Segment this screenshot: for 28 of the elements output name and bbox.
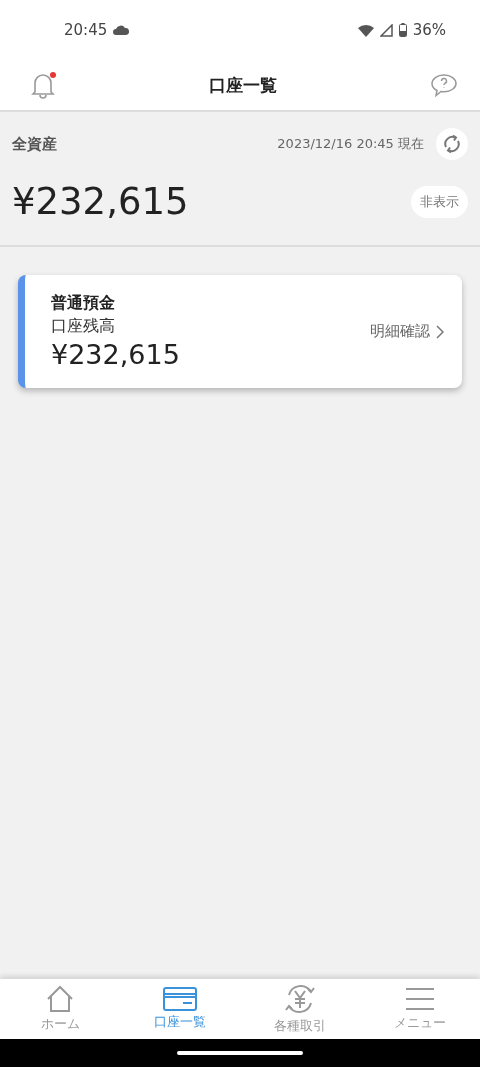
refresh-icon	[442, 134, 462, 154]
chevron-right-icon	[436, 324, 444, 339]
cloud-icon	[113, 25, 130, 35]
card-icon	[163, 987, 197, 1011]
nav-tab[interactable]: ホーム	[0, 979, 120, 1039]
home-icon	[45, 985, 75, 1013]
as-of-timestamp: 2023/12/16 20:45 現在	[277, 135, 424, 153]
hide-button[interactable]: 非表示	[411, 185, 468, 218]
yen-exchange-icon	[283, 983, 317, 1015]
total-assets-label: 全資産	[12, 134, 57, 154]
battery-icon	[398, 23, 407, 37]
balance-label: 口座残高	[51, 316, 116, 337]
notification-button[interactable]	[30, 71, 56, 99]
signal-icon	[379, 23, 393, 37]
details-link[interactable]: 明細確認	[370, 322, 444, 341]
total-amount: ¥232,615	[12, 180, 189, 223]
account-type: 普通預金	[51, 293, 116, 314]
help-button[interactable]	[430, 73, 458, 97]
balance-amount: ¥232,615	[51, 339, 180, 370]
refresh-button[interactable]	[436, 128, 468, 160]
nav-tab[interactable]: 各種取引	[240, 979, 360, 1039]
wifi-icon	[357, 23, 374, 37]
status-time: 20:45	[64, 21, 108, 39]
menu-icon	[404, 986, 436, 1012]
battery-percent: 36%	[412, 21, 446, 39]
nav-tab[interactable]: メニュー	[360, 979, 480, 1039]
page-title: 口座一覧	[209, 73, 277, 97]
nav-tab[interactable]: 口座一覧	[120, 979, 240, 1039]
